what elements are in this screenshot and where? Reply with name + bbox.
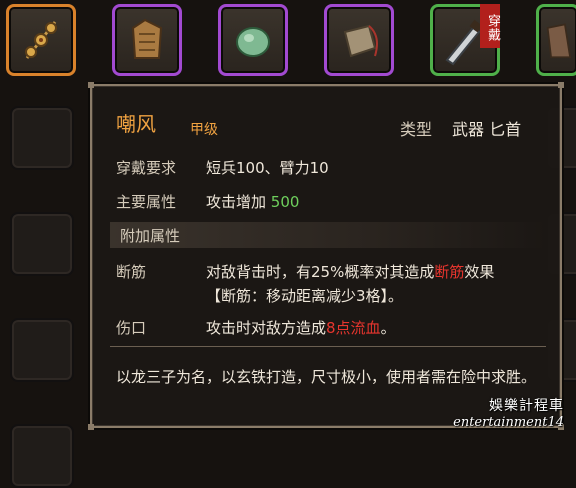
effect-text: 对敌背击时，有25%概率对其造成 — [206, 263, 435, 281]
tooltip-corner — [88, 424, 94, 430]
jade-icon — [236, 27, 270, 57]
inventory-slot-empty[interactable] — [10, 424, 74, 488]
inventory-slot-dagger[interactable]: 穿戴 — [430, 4, 500, 76]
watermark-line-2: entertainment14 — [453, 415, 564, 430]
inventory-slot-pouch[interactable] — [324, 4, 394, 76]
effect-text: 攻击时对敌方造成 — [206, 319, 327, 337]
necklace-icon — [25, 21, 57, 59]
effect-description: 攻击时对敌方造成8点流血。 — [206, 318, 396, 338]
watermark-line-1: 娛樂計程車 — [489, 398, 564, 414]
effect-text: 效果 — [464, 263, 495, 281]
tooltip-corner — [558, 82, 564, 88]
requirements-value: 短兵100、臂力10 — [206, 159, 329, 177]
tooltip-divider — [110, 346, 546, 347]
main-attribute-number: 500 — [270, 193, 300, 211]
extra-attributes-title: 附加属性 — [120, 227, 181, 245]
watermark: 娛樂計程車 entertainment14 — [453, 395, 564, 430]
effect-highlight: 断筋 — [434, 263, 465, 281]
equipped-badge: 穿戴 — [480, 4, 500, 48]
item-grade: 甲级 — [190, 122, 218, 138]
main-attribute-value: 攻击增加 500 — [206, 192, 299, 212]
item-icon — [546, 23, 572, 59]
effect-name: 伤口 — [116, 319, 147, 337]
item-name: 嘲风 — [116, 112, 156, 136]
effect-name: 断筋 — [116, 263, 147, 281]
inventory-slot-empty[interactable] — [10, 106, 74, 170]
main-attribute-text: 攻击增加 — [206, 193, 267, 211]
inventory-slot-jade[interactable] — [218, 4, 288, 76]
pouch-icon — [343, 24, 378, 58]
effect-detail: 【断筋：移动距离减少3格】。 — [206, 287, 404, 305]
inventory-slot-partial[interactable] — [536, 4, 576, 76]
armor-icon — [131, 18, 163, 59]
effect-text: 。 — [380, 319, 396, 337]
inventory-slot-empty[interactable] — [10, 318, 74, 382]
item-type-value: 武器 匕首 — [452, 120, 522, 139]
main-attribute-label: 主要属性 — [116, 193, 177, 211]
item-tooltip: 嘲风 甲级 类型 武器 匕首 穿戴要求 短兵100、臂力10 主要属性 攻击增加… — [88, 82, 564, 430]
effect-description: 对敌背击时，有25%概率对其造成断筋效果 — [206, 262, 494, 282]
inventory-slot-armor[interactable] — [112, 4, 182, 76]
extra-attributes-header: 附加属性 — [110, 222, 546, 248]
inventory-slot-necklace[interactable] — [6, 4, 76, 76]
inventory-slot-empty[interactable] — [10, 212, 74, 276]
item-description: 以龙三子为名，以玄铁打造，尺寸极小，使用者需在险中求胜。 — [116, 368, 537, 386]
item-type-label: 类型 — [400, 120, 433, 139]
requirements-label: 穿戴要求 — [116, 159, 177, 177]
effect-highlight: 8点流血 — [326, 319, 381, 337]
tooltip-corner — [88, 82, 94, 88]
